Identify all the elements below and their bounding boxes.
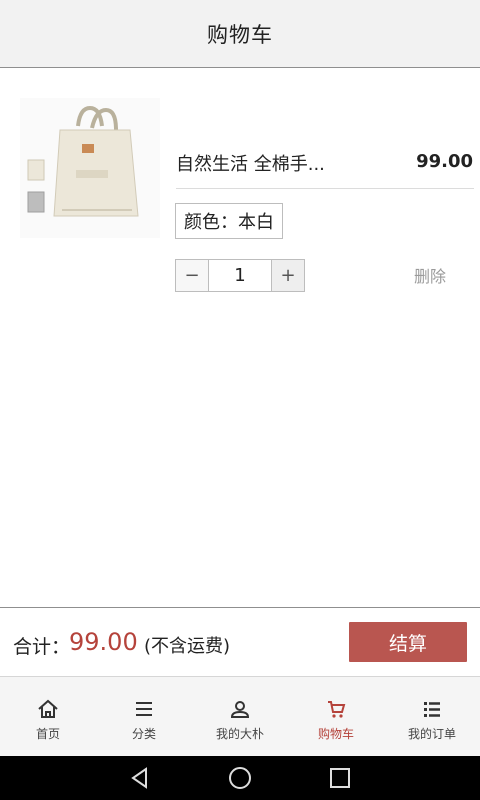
divider xyxy=(176,188,474,189)
back-icon[interactable] xyxy=(127,765,153,791)
total-amount: 99.00 xyxy=(69,628,138,656)
page-title: 购物车 xyxy=(207,22,273,47)
tab-category[interactable]: 分类 xyxy=(96,677,192,756)
checkout-bar: 合计： 99.00 (不含运费) 结算 xyxy=(0,607,480,677)
cart-icon xyxy=(328,701,346,718)
system-nav-bar xyxy=(0,756,480,800)
tab-profile[interactable]: 我的大朴 xyxy=(192,677,288,756)
recent-apps-icon[interactable] xyxy=(327,765,353,791)
user-icon xyxy=(230,701,250,718)
quantity-input[interactable]: 1 xyxy=(208,260,272,291)
product-thumbnail-image[interactable] xyxy=(20,98,160,238)
tab-label: 首页 xyxy=(35,727,60,741)
checkout-button[interactable]: 结算 xyxy=(349,622,467,662)
menu-icon xyxy=(136,702,152,716)
delete-button[interactable]: 删除 xyxy=(414,263,446,287)
list-icon xyxy=(424,702,440,717)
bottom-tab-bar: 首页 分类 我的大朴 购物车 我的订单 xyxy=(0,677,480,756)
tab-label: 分类 xyxy=(131,727,156,741)
variant-label: 颜色：本白 xyxy=(184,212,274,233)
screen: 购物车 自然生活 全棉手... 99.00 颜色：本白 − 1 + 删除 合计： xyxy=(0,0,480,800)
total-label: 合计： xyxy=(13,636,71,658)
variant-selector[interactable]: 颜色：本白 xyxy=(175,203,283,239)
cart-item: 自然生活 全棉手... 99.00 颜色：本白 − 1 + 删除 xyxy=(0,68,480,292)
title-bar: 购物车 xyxy=(0,0,480,68)
tab-home[interactable]: 首页 xyxy=(0,677,96,756)
home-circle-icon[interactable] xyxy=(227,765,253,791)
decrease-quantity-button[interactable]: − xyxy=(176,260,208,291)
increase-quantity-button[interactable]: + xyxy=(272,260,304,291)
home-icon xyxy=(38,699,58,718)
tab-label: 我的大朴 xyxy=(215,727,264,741)
product-name[interactable]: 自然生活 全棉手... xyxy=(176,150,416,176)
quantity-stepper: − 1 + xyxy=(175,259,305,292)
product-price: 99.00 xyxy=(416,151,473,172)
tab-cart[interactable]: 购物车 xyxy=(288,677,384,756)
tab-orders[interactable]: 我的订单 xyxy=(384,677,480,756)
tab-label: 我的订单 xyxy=(407,727,456,741)
tab-label: 购物车 xyxy=(317,727,354,741)
shipping-note: (不含运费) xyxy=(144,636,231,657)
